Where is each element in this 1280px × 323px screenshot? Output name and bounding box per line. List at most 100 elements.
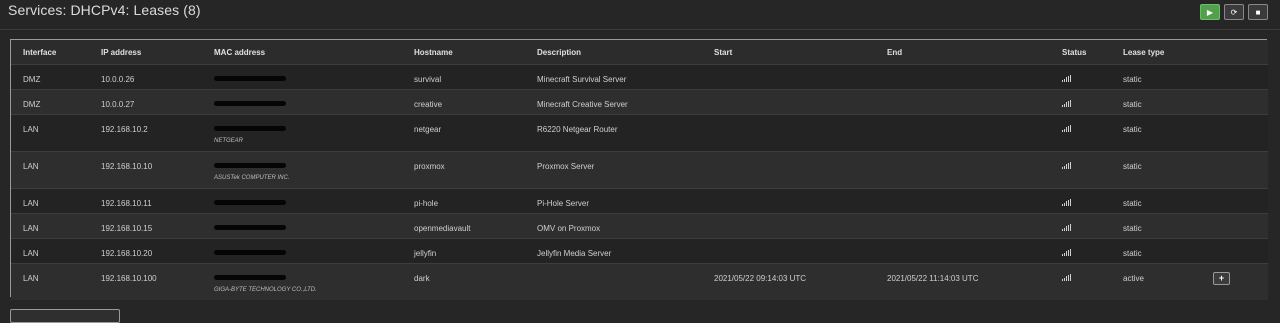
- redacted-mac: [214, 76, 286, 81]
- cell-hostname: netgear: [402, 114, 525, 152]
- cell-start: 2021/05/22 09:14:03 UTC: [702, 263, 875, 300]
- redacted-mac: [214, 200, 286, 205]
- stop-icon: ■: [1255, 7, 1261, 17]
- column-header: Lease type: [1111, 40, 1201, 65]
- cell-description: Minecraft Survival Server: [525, 64, 702, 90]
- cell-interface: LAN: [11, 114, 89, 152]
- cell-start: [702, 188, 875, 214]
- cell-lease-type: static: [1111, 238, 1201, 264]
- mac-vendor: GIGA-BYTE TECHNOLOGY CO.,LTD.: [214, 287, 317, 293]
- cell-actions: [1201, 188, 1268, 214]
- cell-interface: LAN: [11, 263, 89, 300]
- restart-service-button[interactable]: ⟳: [1224, 4, 1244, 20]
- footer-button[interactable]: [10, 309, 120, 323]
- redacted-mac: [214, 275, 286, 280]
- cell-lease-type: static: [1111, 89, 1201, 115]
- cell-lease-type: active: [1111, 263, 1201, 300]
- column-header: Start: [702, 40, 875, 65]
- table-row: LAN 192.168.10.11 pi-hole Pi-Hole Server…: [11, 188, 1268, 214]
- cell-lease-type: static: [1111, 213, 1201, 239]
- column-header: Description: [525, 40, 702, 65]
- service-controls: ▶ ⟳ ■: [1200, 4, 1268, 20]
- table-row: DMZ 10.0.0.27 creative Minecraft Creativ…: [11, 89, 1268, 115]
- cell-mac: [202, 213, 402, 239]
- cell-ip: 192.168.10.10: [89, 151, 202, 189]
- cell-hostname: proxmox: [402, 151, 525, 189]
- start-service-button[interactable]: ▶: [1200, 4, 1220, 20]
- table-header-row: Interface IP address MAC address Hostnam…: [11, 40, 1268, 65]
- cell-start: [702, 89, 875, 115]
- column-header: Hostname: [402, 40, 525, 65]
- redacted-mac: [214, 163, 286, 168]
- page-title: Services: DHCPv4: Leases (8): [8, 2, 201, 18]
- stop-service-button[interactable]: ■: [1248, 4, 1268, 20]
- cell-end: 2021/05/22 11:14:03 UTC: [875, 263, 1050, 300]
- signal-icon: [1062, 162, 1071, 169]
- cell-interface: LAN: [11, 151, 89, 189]
- cell-status: [1050, 238, 1111, 264]
- cell-mac: [202, 188, 402, 214]
- cell-status: [1050, 213, 1111, 239]
- header-divider: [0, 29, 1280, 30]
- refresh-icon: ⟳: [1230, 7, 1238, 17]
- cell-mac: GIGA-BYTE TECHNOLOGY CO.,LTD.: [202, 263, 402, 300]
- cell-status: [1050, 188, 1111, 214]
- cell-ip: 10.0.0.27: [89, 89, 202, 115]
- cell-ip: 192.168.10.100: [89, 263, 202, 300]
- cell-actions: [1201, 114, 1268, 152]
- column-header: Status: [1050, 40, 1111, 65]
- mac-vendor: ASUSTek COMPUTER INC.: [214, 175, 290, 181]
- cell-end: [875, 64, 1050, 90]
- cell-description: OMV on Proxmox: [525, 213, 702, 239]
- cell-mac: [202, 64, 402, 90]
- table-row: LAN 192.168.10.2 NETGEAR netgear R6220 N…: [11, 114, 1268, 152]
- cell-actions: [1201, 151, 1268, 189]
- add-static-mapping-button[interactable]: +: [1213, 271, 1230, 285]
- cell-mac: NETGEAR: [202, 114, 402, 152]
- signal-icon: [1062, 199, 1071, 206]
- redacted-mac: [214, 225, 286, 230]
- cell-start: [702, 213, 875, 239]
- cell-description: Jellyfin Media Server: [525, 238, 702, 264]
- signal-icon: [1062, 75, 1071, 82]
- cell-interface: LAN: [11, 213, 89, 239]
- cell-actions: +: [1201, 263, 1268, 300]
- cell-start: [702, 64, 875, 90]
- signal-icon: [1062, 125, 1071, 132]
- column-header: [1201, 40, 1268, 65]
- cell-description: Minecraft Creative Server: [525, 89, 702, 115]
- cell-end: [875, 238, 1050, 264]
- redacted-mac: [214, 250, 286, 255]
- cell-end: [875, 89, 1050, 115]
- cell-status: [1050, 151, 1111, 189]
- cell-ip: 192.168.10.20: [89, 238, 202, 264]
- cell-actions: [1201, 89, 1268, 115]
- cell-ip: 192.168.10.15: [89, 213, 202, 239]
- signal-icon: [1062, 100, 1071, 107]
- table-row: LAN 192.168.10.100 GIGA-BYTE TECHNOLOGY …: [11, 263, 1268, 300]
- cell-lease-type: static: [1111, 188, 1201, 214]
- cell-mac: [202, 89, 402, 115]
- leases-table: Interface IP address MAC address Hostnam…: [11, 40, 1268, 300]
- column-header: IP address: [89, 40, 202, 65]
- signal-icon: [1062, 274, 1071, 281]
- cell-interface: DMZ: [11, 89, 89, 115]
- cell-description: Pi-Hole Server: [525, 188, 702, 214]
- table-row: LAN 192.168.10.10 ASUSTek COMPUTER INC. …: [11, 151, 1268, 189]
- cell-actions: [1201, 238, 1268, 264]
- cell-description: [525, 263, 702, 300]
- cell-interface: DMZ: [11, 64, 89, 90]
- cell-hostname: pi-hole: [402, 188, 525, 214]
- cell-hostname: openmediavault: [402, 213, 525, 239]
- cell-hostname: jellyfin: [402, 238, 525, 264]
- cell-end: [875, 188, 1050, 214]
- redacted-mac: [214, 126, 286, 131]
- cell-description: Proxmox Server: [525, 151, 702, 189]
- mac-vendor: NETGEAR: [214, 138, 244, 144]
- cell-hostname: creative: [402, 89, 525, 115]
- cell-status: [1050, 64, 1111, 90]
- cell-end: [875, 151, 1050, 189]
- signal-icon: [1062, 249, 1071, 256]
- cell-status: [1050, 89, 1111, 115]
- table-row: LAN 192.168.10.20 jellyfin Jellyfin Medi…: [11, 238, 1268, 264]
